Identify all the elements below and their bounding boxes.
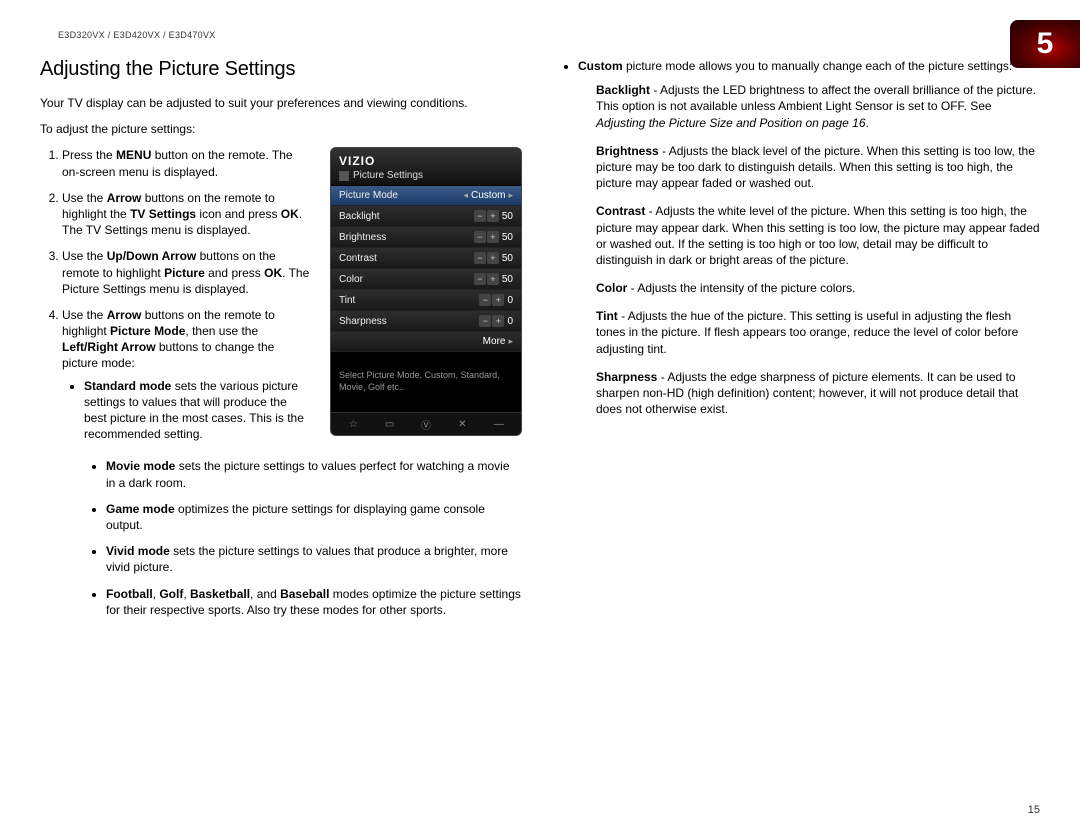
osd-row-tint: Tint −+0 — [331, 290, 521, 311]
osd-header: VIZIO Picture Settings — [331, 148, 521, 186]
header-model-string: E3D320VX / E3D420VX / E3D470VX — [58, 30, 1040, 40]
plus-icon: + — [492, 315, 504, 327]
plus-icon: + — [487, 252, 499, 264]
osd-subtitle: Picture Settings — [339, 170, 513, 181]
osd-logo: VIZIO — [339, 154, 513, 168]
osd-row-contrast: Contrast −+50 — [331, 248, 521, 269]
plus-icon: + — [487, 273, 499, 285]
steps-and-osd-wrapper: Press the MENU button on the remote. The… — [40, 147, 522, 452]
custom-mode-bullet: Custom picture mode allows you to manual… — [558, 58, 1040, 74]
lead-paragraph: To adjust the picture settings: — [40, 121, 522, 137]
osd-footer: ☆ ▭ Ⓥ ✕ — — [331, 412, 521, 435]
osd-row-backlight: Backlight −+50 — [331, 206, 521, 227]
mode-movie: Movie mode sets the picture settings to … — [106, 458, 522, 490]
minus-icon: − — [474, 231, 486, 243]
chevron-right-icon: ▸ — [508, 190, 513, 201]
mode-standard: Standard mode sets the various picture s… — [84, 378, 312, 443]
step-3: Use the Up/Down Arrow buttons on the rem… — [62, 248, 316, 297]
chevron-left-icon: ◂ — [463, 190, 468, 201]
osd-screenshot: VIZIO Picture Settings Picture Mode ◂Cus… — [330, 147, 522, 436]
intro-paragraph: Your TV display can be adjusted to suit … — [40, 95, 522, 111]
osd-row-more: More ▸ — [331, 332, 521, 352]
minus-icon: − — [474, 273, 486, 285]
close-icon: ✕ — [455, 417, 469, 431]
def-brightness: Brightness - Adjusts the black level of … — [596, 143, 1040, 192]
def-tint: Tint - Adjusts the hue of the picture. T… — [596, 308, 1040, 357]
minus-icon: − — [479, 294, 491, 306]
mode-vivid: Vivid mode sets the picture settings to … — [106, 543, 522, 575]
two-column-layout: Adjusting the Picture Settings Your TV d… — [40, 58, 1040, 628]
minus-icon: − — [479, 315, 491, 327]
plus-icon: + — [487, 210, 499, 222]
def-sharpness: Sharpness - Adjusts the edge sharpness o… — [596, 369, 1040, 418]
chapter-number: 5 — [1037, 27, 1054, 61]
def-backlight: Backlight - Adjusts the LED brightness t… — [596, 82, 1040, 131]
osd-row-picture-mode: Picture Mode ◂Custom▸ — [331, 186, 521, 206]
left-column: Adjusting the Picture Settings Your TV d… — [40, 58, 522, 628]
star-icon: ☆ — [346, 417, 360, 431]
osd-row-sharpness: Sharpness −+0 — [331, 311, 521, 332]
section-title: Adjusting the Picture Settings — [40, 58, 522, 81]
def-color: Color - Adjusts the intensity of the pic… — [596, 280, 1040, 296]
osd-row-color: Color −+50 — [331, 269, 521, 290]
step-4: Use the Arrow buttons on the remote to h… — [62, 307, 316, 443]
dash-icon: — — [492, 417, 506, 431]
right-column: Custom picture mode allows you to manual… — [558, 58, 1040, 628]
plus-icon: + — [487, 231, 499, 243]
picture-settings-icon — [339, 171, 349, 181]
osd-row-brightness: Brightness −+50 — [331, 227, 521, 248]
osd-hint-text: Select Picture Mode. Custom, Standard, M… — [331, 352, 521, 412]
chevron-right-icon: ▸ — [508, 336, 513, 347]
page-number: 15 — [1028, 804, 1040, 816]
setting-definitions: Backlight - Adjusts the LED brightness t… — [558, 82, 1040, 417]
mode-custom: Custom picture mode allows you to manual… — [578, 58, 1040, 74]
mode-bullets-inner: Standard mode sets the various picture s… — [62, 378, 312, 443]
step-2: Use the Arrow buttons on the remote to h… — [62, 190, 316, 239]
step-1: Press the MENU button on the remote. The… — [62, 147, 316, 179]
minus-icon: − — [474, 210, 486, 222]
mode-game: Game mode optimizes the picture settings… — [106, 501, 522, 533]
mode-sports: Football, Golf, Basketball, and Baseball… — [106, 586, 522, 618]
def-contrast: Contrast - Adjusts the white level of th… — [596, 203, 1040, 268]
mode-bullets-continued: Movie mode sets the picture settings to … — [40, 458, 522, 618]
plus-icon: + — [492, 294, 504, 306]
minus-icon: − — [474, 252, 486, 264]
chapter-tab: 5 — [1010, 20, 1080, 68]
widescreen-icon: ▭ — [383, 417, 397, 431]
ordered-steps: Press the MENU button on the remote. The… — [40, 147, 316, 442]
v-button-icon: Ⓥ — [419, 417, 433, 431]
